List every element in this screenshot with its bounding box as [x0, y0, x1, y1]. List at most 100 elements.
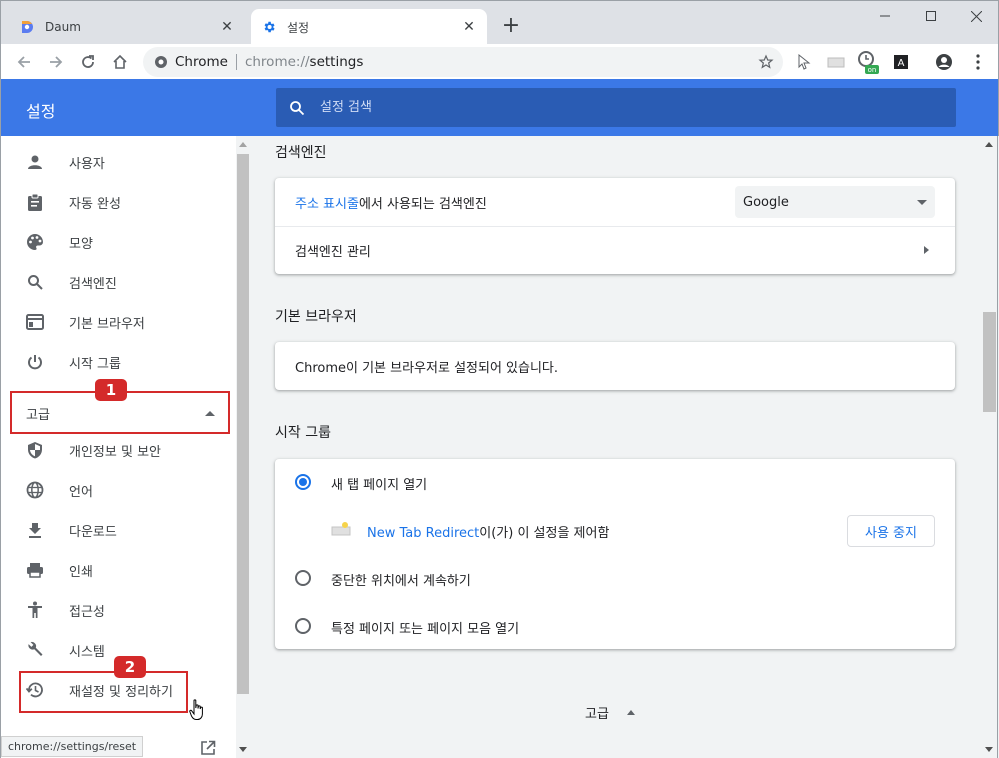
extension-control-text: New Tab Redirect이(가) 이 설정을 제어함 — [367, 522, 609, 541]
scroll-up-arrow-icon[interactable] — [239, 142, 247, 147]
advanced-footer-label: 고급 — [585, 707, 609, 722]
settings-search[interactable] — [276, 88, 956, 127]
search-icon — [288, 99, 306, 117]
radio-label: 새 탭 페이지 열기 — [331, 478, 428, 493]
step-badge-1: 1 — [95, 379, 127, 401]
menu-kebab-icon[interactable] — [965, 49, 991, 75]
address-bar-link[interactable]: 주소 표시줄 — [295, 197, 359, 212]
palette-icon — [25, 232, 45, 252]
chevron-down-icon — [917, 199, 927, 205]
radio-new-tab[interactable] — [295, 474, 311, 490]
power-icon — [25, 352, 45, 372]
close-window-button[interactable] — [953, 1, 999, 31]
download-icon — [25, 520, 45, 540]
sidebar-item-label: 검색엔진 — [69, 276, 117, 292]
close-icon[interactable]: ✕ — [461, 19, 477, 35]
wrench-icon — [25, 640, 45, 660]
sidebar-item-label: 시작 그룹 — [69, 356, 121, 372]
search-engine-select[interactable]: Google — [735, 186, 935, 218]
profile-icon[interactable] — [931, 49, 957, 75]
startup-card: 새 탭 페이지 열기 New Tab Redirect이(가) 이 설정을 제어… — [275, 459, 955, 649]
manage-search-engines-row[interactable]: 검색엔진 관리 — [275, 227, 955, 274]
radio-label: 중단한 위치에서 계속하기 — [331, 574, 471, 589]
timer-extension-icon[interactable]: on — [855, 49, 881, 75]
sidebar-item-appearance[interactable]: 모양 — [1, 224, 237, 260]
row-label-text: 에서 사용되는 검색엔진 — [358, 196, 487, 212]
minimize-button[interactable] — [862, 1, 908, 31]
person-icon — [25, 152, 45, 172]
sidebar-item-default-browser[interactable]: 기본 브라우저 — [1, 304, 237, 340]
radio-specific-pages[interactable] — [295, 618, 311, 634]
bookmark-star-icon[interactable] — [757, 53, 775, 71]
shield-icon — [25, 440, 45, 460]
chevron-right-icon — [924, 246, 929, 254]
url-scheme: chrome:// — [244, 54, 310, 70]
sidebar-item-downloads[interactable]: 다운로드 — [1, 512, 237, 548]
sidebar-item-label: 인쇄 — [69, 564, 93, 580]
settings-main: 검색엔진 주소 표시줄에서 사용되는 검색엔진 Google 검색엔진 관리 기… — [250, 136, 981, 758]
section-title-search-engine: 검색엔진 — [275, 145, 327, 161]
radio-continue[interactable] — [295, 570, 311, 586]
settings-header: 설정 — [0, 79, 999, 136]
browser-toolbar: Chrome chrome:// settings on A — [0, 44, 999, 79]
sidebar-item-accessibility[interactable]: 접근성 — [1, 592, 237, 628]
font-extension-icon[interactable]: A — [888, 49, 914, 75]
sidebar-item-label: 모양 — [69, 236, 93, 252]
maximize-button[interactable] — [908, 1, 954, 31]
sidebar-item-printing[interactable]: 인쇄 — [1, 552, 237, 588]
sidebar-item-startup[interactable]: 시작 그룹 — [1, 344, 237, 380]
globe-icon — [25, 480, 45, 500]
scroll-down-arrow-icon[interactable] — [239, 747, 247, 752]
open-in-new-icon[interactable] — [200, 740, 216, 756]
sidebar-item-people[interactable]: 사용자 — [1, 144, 237, 180]
section-title-startup: 시작 그룹 — [275, 425, 331, 441]
daum-favicon-icon — [19, 19, 35, 35]
default-browser-text: Chrome이 기본 브라우저로 설정되어 있습니다. — [295, 360, 559, 376]
advanced-footer-toggle[interactable]: 고급 — [585, 703, 635, 722]
step-badge-2: 2 — [114, 656, 146, 678]
tab-strip: Daum ✕ 설정 ✕ + — [0, 0, 999, 45]
tab-daum[interactable]: Daum ✕ — [9, 9, 245, 45]
sidebar-item-label: 언어 — [69, 484, 93, 500]
close-icon[interactable]: ✕ — [219, 19, 235, 35]
tab-settings[interactable]: 설정 ✕ — [251, 9, 487, 45]
extension-link[interactable]: New Tab Redirect — [367, 526, 479, 541]
scroll-up-arrow-icon[interactable] — [985, 142, 993, 147]
sidebar-item-label: 사용자 — [69, 156, 105, 172]
sidebar-item-languages[interactable]: 언어 — [1, 472, 237, 508]
svg-text:on: on — [868, 66, 877, 74]
home-icon[interactable] — [107, 49, 133, 75]
disable-extension-button[interactable]: 사용 중지 — [847, 515, 935, 547]
search-input[interactable] — [320, 100, 820, 115]
address-bar[interactable]: Chrome chrome:// settings — [143, 47, 783, 77]
sidebar-item-label: 개인정보 및 보안 — [69, 444, 161, 460]
sidebar-item-label: 기본 브라우저 — [69, 316, 145, 332]
new-tab-button[interactable]: + — [499, 15, 523, 39]
sidebar-item-privacy[interactable]: 개인정보 및 보안 — [1, 432, 237, 468]
main-scrollbar[interactable] — [981, 136, 998, 758]
chevron-up-icon — [626, 710, 635, 715]
page-title: 설정 — [26, 102, 56, 121]
sidebar-item-autofill[interactable]: 자동 완성 — [1, 184, 237, 220]
back-icon[interactable] — [11, 49, 37, 75]
scrollbar-thumb[interactable] — [983, 312, 996, 412]
printer-icon — [25, 560, 45, 580]
status-url: chrome://settings/reset — [1, 736, 144, 757]
clipboard-icon — [25, 192, 45, 212]
sidebar-scrollbar[interactable] — [236, 136, 250, 758]
scrollbar-thumb[interactable] — [237, 154, 249, 694]
sidebar-item-label: 자동 완성 — [69, 196, 121, 212]
screen-extension-icon[interactable] — [823, 49, 849, 75]
forward-icon[interactable] — [43, 49, 69, 75]
reload-icon[interactable] — [75, 49, 101, 75]
sidebar-item-search-engine[interactable]: 검색엔진 — [1, 264, 237, 300]
scroll-down-arrow-icon[interactable] — [985, 747, 993, 752]
search-engine-card: 주소 표시줄에서 사용되는 검색엔진 Google 검색엔진 관리 — [275, 178, 955, 274]
accessibility-icon — [25, 600, 45, 620]
extension-control-suffix: 이(가) 이 설정을 제어함 — [479, 526, 610, 541]
tab-title: 설정 — [287, 20, 310, 35]
section-title-default-browser: 기본 브라우저 — [275, 309, 357, 325]
highlight-box-2 — [19, 671, 188, 713]
gear-icon — [261, 19, 277, 35]
cursor-extension-icon[interactable] — [791, 49, 817, 75]
